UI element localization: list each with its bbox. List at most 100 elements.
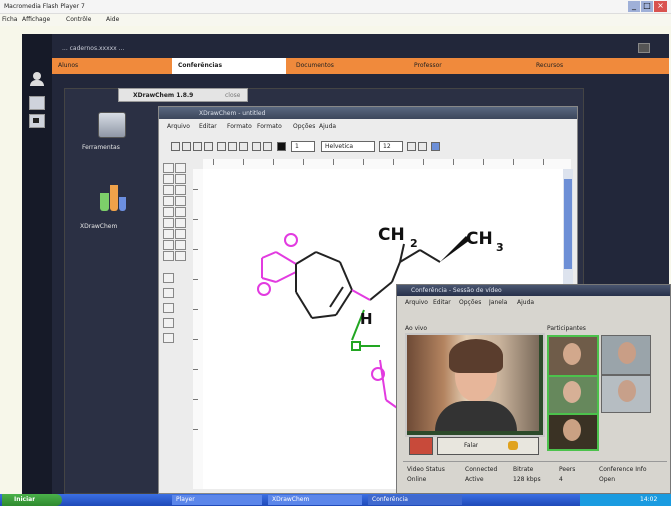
tab-documentos[interactable]: Documentos bbox=[296, 62, 334, 69]
video-titlebar: Conferência - Sessão de vídeo bbox=[397, 285, 670, 296]
taskbar-item-xdrawchem[interactable]: XDrawChem bbox=[268, 495, 362, 505]
tab-professor[interactable]: Professor bbox=[414, 62, 442, 69]
xdraw-menu-editar[interactable]: Editar bbox=[199, 123, 217, 130]
xdraw-window-title: XDrawChem - untitled bbox=[199, 110, 266, 117]
arrow2-tool[interactable] bbox=[175, 240, 186, 250]
zoom-in-icon[interactable] bbox=[252, 142, 261, 151]
symbol-tool[interactable] bbox=[163, 240, 174, 250]
tab-conferencias-label: Conferências bbox=[178, 62, 223, 69]
line-width-select[interactable]: 1 bbox=[291, 141, 315, 152]
document-icon[interactable] bbox=[29, 96, 45, 110]
dock-item-ferramentas[interactable]: Ferramentas bbox=[80, 112, 150, 166]
save-file-icon[interactable] bbox=[193, 142, 202, 151]
user-icon[interactable] bbox=[29, 72, 45, 86]
start-button-label: Iniciar bbox=[14, 496, 36, 503]
cyclohex-tool[interactable] bbox=[163, 251, 174, 261]
ring-tool[interactable] bbox=[175, 196, 186, 206]
app-close-icon[interactable] bbox=[638, 43, 650, 53]
menu-item-view[interactable]: Affichage bbox=[22, 16, 50, 23]
status-value-conference: Open bbox=[599, 476, 616, 483]
print-icon[interactable] bbox=[204, 142, 213, 151]
talk-button[interactable]: Falar bbox=[437, 437, 539, 455]
mute-button[interactable] bbox=[409, 437, 433, 455]
misc-tool-b[interactable] bbox=[163, 288, 174, 298]
status-value-connected: Active bbox=[465, 476, 484, 483]
main-video-label: Ao vivo bbox=[405, 325, 428, 332]
taskbar-item-player[interactable]: Player bbox=[172, 495, 262, 505]
xdraw-menu-ajuda[interactable]: Ajuda bbox=[319, 123, 336, 130]
close-button[interactable]: × bbox=[654, 1, 667, 12]
video-menu-editar[interactable]: Editar bbox=[433, 299, 451, 306]
erase-tool[interactable] bbox=[175, 174, 186, 184]
taskbar-item-player-label: Player bbox=[176, 496, 195, 503]
font-size-value: 12 bbox=[383, 143, 391, 150]
open-file-icon[interactable] bbox=[182, 142, 191, 151]
wedge-tool[interactable] bbox=[175, 229, 186, 239]
maximize-button[interactable]: □ bbox=[641, 1, 653, 12]
video-menu-ajuda[interactable]: Ajuda bbox=[517, 299, 534, 306]
cut-icon[interactable] bbox=[217, 142, 226, 151]
zoom-out-icon[interactable] bbox=[263, 142, 272, 151]
video-window: Conferência - Sessão de vídeo Arquivo Ed… bbox=[396, 284, 671, 494]
xdraw-tab-close[interactable]: close bbox=[225, 92, 240, 99]
participant-thumb-5[interactable] bbox=[547, 413, 599, 451]
select-tool[interactable] bbox=[163, 163, 174, 173]
curve-tool[interactable] bbox=[163, 229, 174, 239]
copy-icon[interactable] bbox=[228, 142, 237, 151]
xdraw-menu-formato-2[interactable]: Formato bbox=[257, 123, 282, 130]
start-button[interactable]: Iniciar bbox=[2, 494, 62, 506]
participant-thumb-1[interactable] bbox=[547, 335, 599, 377]
arrow-tool[interactable] bbox=[175, 163, 186, 173]
misc-tool-c[interactable] bbox=[163, 303, 174, 313]
camera-icon[interactable] bbox=[29, 114, 45, 128]
player-title: Macromedia Flash Player 7 bbox=[4, 3, 85, 10]
menu-item-help[interactable]: Aide bbox=[106, 16, 119, 23]
flask-icon bbox=[100, 185, 126, 211]
participant-thumb-3[interactable] bbox=[547, 375, 599, 415]
line-tool[interactable] bbox=[163, 185, 174, 195]
lasso-tool[interactable] bbox=[163, 174, 174, 184]
font-select[interactable]: Helvetica bbox=[321, 141, 375, 152]
hex-tool[interactable] bbox=[163, 207, 174, 217]
participant-thumb-4[interactable] bbox=[601, 375, 651, 413]
bold-icon[interactable] bbox=[407, 142, 416, 151]
menu-item-file[interactable]: Ficha bbox=[2, 16, 17, 23]
color-swatch-icon[interactable] bbox=[277, 142, 286, 151]
participant-thumb-2[interactable] bbox=[601, 335, 651, 375]
xdraw-menu-formato[interactable]: Formato bbox=[227, 123, 252, 130]
canvas-scroll-thumb[interactable] bbox=[564, 179, 572, 269]
dash-tool[interactable] bbox=[175, 185, 186, 195]
underline-icon[interactable] bbox=[418, 142, 427, 151]
tab-recursos[interactable]: Recursos bbox=[536, 62, 563, 69]
video-menu-janela[interactable]: Janela bbox=[489, 299, 507, 306]
bracket-tool[interactable] bbox=[175, 218, 186, 228]
dock-label-ferramentas: Ferramentas bbox=[82, 144, 120, 151]
xdraw-menu-opcoes[interactable]: Opções bbox=[293, 123, 315, 130]
xdraw-menu-arquivo[interactable]: Arquivo bbox=[167, 123, 190, 130]
misc-tool-e[interactable] bbox=[163, 333, 174, 343]
xdraw-tab[interactable]: XDrawChem 1.8.9 close bbox=[118, 88, 248, 102]
person-hair bbox=[449, 339, 503, 373]
text-tool[interactable] bbox=[163, 218, 174, 228]
status-label-conference: Conference Info bbox=[599, 466, 647, 473]
minimize-button[interactable]: _ bbox=[628, 1, 640, 12]
xdraw-toolbar: 1 Helvetica 12 bbox=[167, 139, 577, 155]
taskbar: Iniciar Player XDrawChem Conferência 14:… bbox=[0, 494, 671, 506]
misc-tool-a[interactable] bbox=[163, 273, 174, 283]
tab-conferencias[interactable]: Conferências bbox=[172, 58, 286, 74]
misc-tool-d[interactable] bbox=[163, 318, 174, 328]
taskbar-item-conferencia[interactable]: Conferência bbox=[368, 495, 462, 505]
new-file-icon[interactable] bbox=[171, 142, 180, 151]
tab-alunos[interactable]: Alunos bbox=[58, 62, 78, 69]
video-menu-opcoes[interactable]: Opções bbox=[459, 299, 481, 306]
menu-item-control[interactable]: Contrôle bbox=[66, 16, 91, 23]
font-size-select[interactable]: 12 bbox=[379, 141, 403, 152]
app-title: ... cadernos.xxxxx ... bbox=[62, 45, 125, 52]
benzene-tool[interactable] bbox=[175, 251, 186, 261]
dock-item-xdrawchem[interactable]: XDrawChem bbox=[80, 185, 150, 239]
video-menu-arquivo[interactable]: Arquivo bbox=[405, 299, 428, 306]
pent-tool[interactable] bbox=[175, 207, 186, 217]
ring-tool-icon[interactable] bbox=[431, 142, 440, 151]
paste-icon[interactable] bbox=[239, 142, 248, 151]
chain-tool[interactable] bbox=[163, 196, 174, 206]
